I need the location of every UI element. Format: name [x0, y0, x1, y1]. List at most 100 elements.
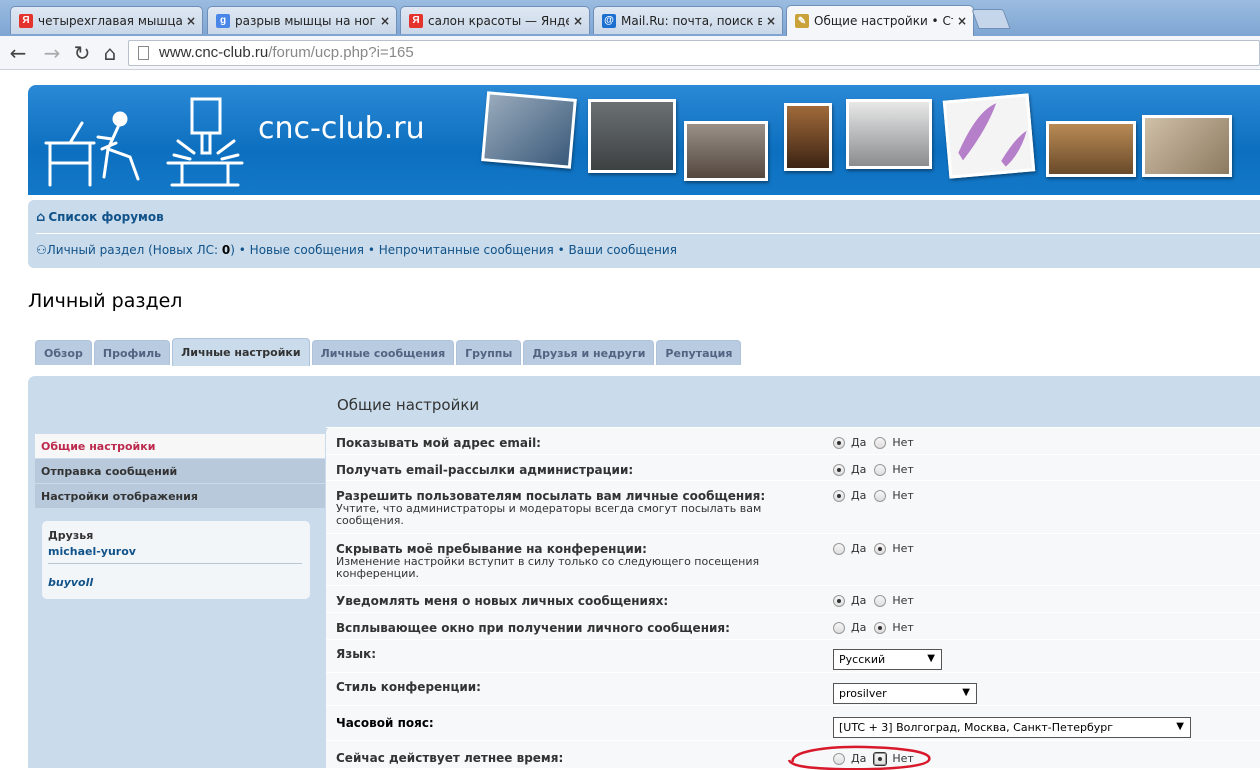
address-bar[interactable]: www.cnc-club.ru/forum/ucp.php?i=165: [128, 40, 1260, 66]
setting-row: Показывать мой адрес email: Да Нет: [326, 427, 1260, 454]
new-posts-link[interactable]: Новые сообщения: [250, 243, 364, 257]
setting-0-yes-radio[interactable]: [833, 436, 845, 449]
browser-tab[interactable]: @ Mail.Ru: почта, поиск в и ×: [593, 6, 783, 34]
tab-0[interactable]: Обзор: [35, 340, 92, 365]
timezone-value: [UTC + 3] Волгоград, Москва, Санкт-Петер…: [839, 721, 1114, 734]
language-value: Русский: [839, 653, 886, 666]
your-posts-link[interactable]: Ваши сообщения: [569, 243, 677, 257]
side-menu-item[interactable]: Настройки отображения: [35, 484, 325, 509]
close-icon[interactable]: ×: [573, 14, 583, 28]
style-select[interactable]: prosilver ▼: [833, 683, 977, 704]
setting-row: Получать email-рассылки администрации: Да…: [326, 454, 1260, 480]
bullet-separator: •: [364, 243, 379, 257]
home-icon[interactable]: ⌂: [98, 41, 122, 65]
setting-label: Разрешить пользователям посылать вам лич…: [336, 489, 766, 503]
setting-5-radio-group: Да Нет: [833, 621, 922, 634]
tab-6[interactable]: Репутация: [656, 340, 742, 365]
no-label: Нет: [892, 463, 914, 476]
yandex-icon: Я: [409, 13, 423, 28]
tab-1[interactable]: Профиль: [93, 340, 171, 365]
setting-5-yes-radio[interactable]: [833, 621, 845, 634]
language-select[interactable]: Русский ▼: [833, 649, 942, 670]
banner-photo-wood: [784, 103, 832, 171]
friend-online-link[interactable]: michael-yurov: [48, 545, 136, 558]
timezone-label: Часовой пояс:: [336, 716, 434, 730]
friends-box: Друзья michael-yurov buyvoll: [42, 521, 310, 599]
user-icon: ⚇: [36, 243, 47, 257]
section-title: Общие настройки: [337, 396, 480, 414]
banner-photo-cnc-screen: [481, 91, 577, 169]
side-menu-item[interactable]: Отправка сообщений: [35, 459, 325, 484]
no-label: Нет: [892, 542, 914, 555]
close-icon[interactable]: ×: [186, 14, 196, 28]
google-icon: g: [216, 13, 230, 28]
setting-5-no-radio[interactable]: [874, 621, 887, 634]
setting-4-no-radio[interactable]: [874, 594, 887, 607]
browser-tab-title: четырехглавая мышца р: [38, 13, 182, 28]
banner-photo-parts-drawing: [958, 103, 1027, 167]
mailru-icon: @: [602, 13, 616, 28]
unread-posts-link[interactable]: Непрочитанные сообщения: [379, 243, 554, 257]
close-icon[interactable]: ×: [380, 14, 390, 28]
yes-label: Да: [851, 489, 867, 502]
close-icon[interactable]: ×: [957, 14, 967, 28]
setting-3-yes-radio[interactable]: [833, 542, 845, 555]
setting-1-yes-radio[interactable]: [833, 463, 845, 476]
new-tab-button[interactable]: [971, 9, 1011, 29]
reload-icon[interactable]: ↻: [70, 41, 94, 65]
yes-label: Да: [851, 463, 867, 476]
banner-photo-electronics: [588, 99, 676, 173]
friend-offline-link[interactable]: buyvoll: [48, 576, 93, 589]
new-pm-count[interactable]: 0: [222, 243, 230, 257]
back-arrow-icon[interactable]: ←: [6, 41, 30, 65]
friends-header: Друзья: [48, 529, 94, 542]
setting-1-radio-group: Да Нет: [833, 463, 922, 476]
home-outline-icon: ⌂: [36, 210, 46, 225]
page-title: Личный раздел: [28, 290, 183, 312]
forward-arrow-icon[interactable]: →: [40, 41, 64, 65]
side-menu: Общие настройки Отправка сообщений Настрой…: [35, 434, 325, 509]
forum-index-link[interactable]: Список форумов: [48, 210, 163, 224]
browser-tab[interactable]: g разрыв мышцы на ноге ×: [207, 6, 397, 34]
cnc-logo-icon[interactable]: [42, 93, 252, 189]
dropdown-arrow-icon: ▼: [962, 687, 970, 698]
tab-5[interactable]: Друзья и недруги: [523, 340, 655, 365]
browser-tab-strip: Ячетырехглавая мышца р × g разрыв мышцы на …: [0, 0, 1260, 36]
close-icon[interactable]: ×: [766, 14, 776, 28]
setting-0-no-radio[interactable]: [874, 436, 887, 449]
timezone-row: Часовой пояс: [UTC + 3] Волгоград, Москва…: [326, 705, 1260, 740]
tab-2[interactable]: Личные настройки: [172, 338, 310, 366]
timezone-select[interactable]: [UTC + 3] Волгоград, Москва, Санкт-Петер…: [833, 717, 1191, 738]
site-name[interactable]: cnc-club.ru: [258, 111, 425, 146]
tab-3[interactable]: Личные сообщения: [311, 340, 455, 365]
setting-2-no-radio[interactable]: [874, 489, 887, 502]
bullet-separator: •: [553, 243, 569, 257]
forum-icon: ✎: [795, 14, 809, 28]
browser-tab-title: Mail.Ru: почта, поиск в и: [621, 13, 762, 28]
setting-row: Разрешить пользователям посылать вам лич…: [326, 480, 1260, 533]
setting-4-yes-radio[interactable]: [833, 594, 845, 607]
no-label: Нет: [892, 436, 914, 449]
nav-divider: [36, 233, 1260, 234]
setting-1-no-radio[interactable]: [874, 463, 887, 476]
yes-label: Да: [851, 436, 867, 449]
yes-label: Да: [851, 542, 867, 555]
setting-label: Скрывать моё пребывание на конференции:: [336, 542, 647, 556]
browser-tab[interactable]: Ячетырехглавая мышца р ×: [10, 6, 203, 34]
side-menu-item[interactable]: Общие настройки: [35, 434, 325, 459]
setting-description: Учтите, что администраторы и модераторы …: [336, 502, 762, 527]
style-value: prosilver: [839, 687, 887, 700]
banner-photo-motor: [846, 99, 932, 169]
setting-2-radio-group: Да Нет: [833, 489, 922, 502]
browser-tab[interactable]: Ясалон красоты — Яндекс ×: [400, 6, 590, 34]
tab-4[interactable]: Группы: [456, 340, 522, 365]
language-label: Язык:: [336, 647, 377, 661]
setting-3-no-radio[interactable]: [874, 542, 887, 555]
ucp-link[interactable]: Личный раздел: [47, 243, 145, 257]
ucp-panel: Общие настройки Общие настройки Отправка …: [28, 376, 1260, 768]
bullet-separator: •: [234, 243, 250, 257]
no-label: Нет: [892, 621, 914, 634]
no-label: Нет: [892, 594, 914, 607]
setting-2-yes-radio[interactable]: [833, 489, 845, 502]
browser-tab[interactable]: ✎ Общие настройки • Стан ×: [786, 5, 974, 36]
